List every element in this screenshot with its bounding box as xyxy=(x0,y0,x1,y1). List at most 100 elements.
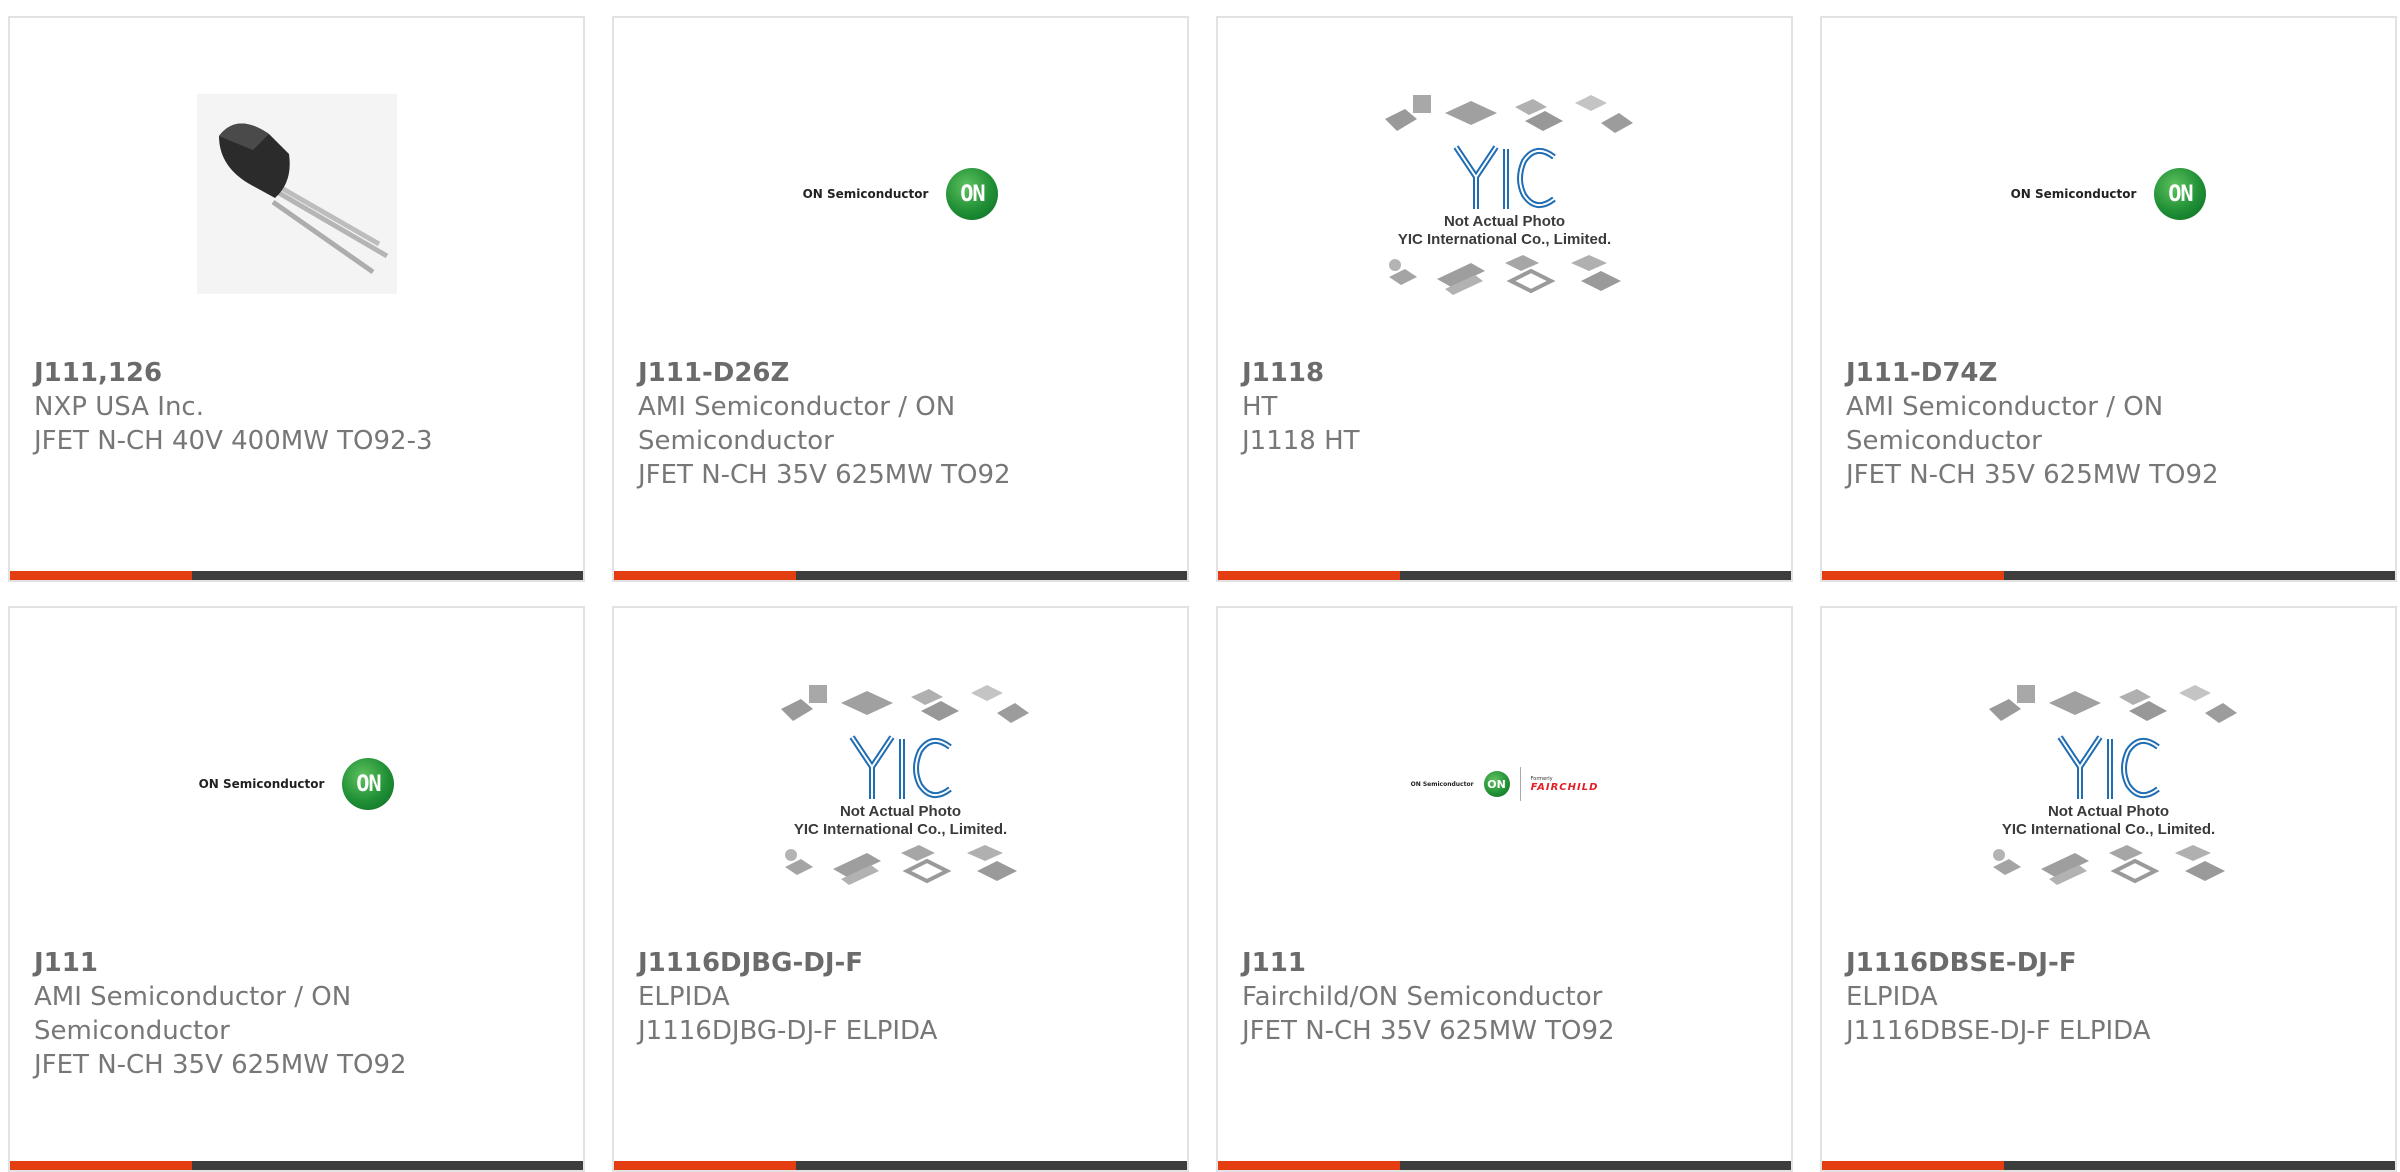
yic-caption-line1: Not Actual Photo xyxy=(2047,803,2170,820)
logo-divider xyxy=(1519,767,1521,801)
part-number[interactable]: J111 xyxy=(34,946,554,980)
on-semiconductor-logo: ON Semiconductor ON xyxy=(2011,168,2207,220)
manufacturer: AMI Semiconductor / ON Semiconductor xyxy=(638,392,956,456)
yic-caption-line1: Not Actual Photo xyxy=(1443,213,1566,230)
on-logo-word: ON Semiconductor xyxy=(2010,187,2137,201)
part-number[interactable]: J1116DJBG-DJ-F xyxy=(638,946,1158,980)
product-image[interactable]: ON Semiconductor ON xyxy=(10,664,583,904)
manufacturer: ELPIDA xyxy=(1846,982,1938,1012)
yic-caption-line2: YIC International Co., Limited. xyxy=(1397,231,1612,248)
product-card[interactable]: J111,126 NXP USA Inc. JFET N-CH 40V 400M… xyxy=(8,16,585,582)
part-number[interactable]: J111 xyxy=(1242,946,1762,980)
card-bottom-bar xyxy=(10,1161,583,1170)
product-image[interactable]: ON Semiconductor ON xyxy=(614,74,1187,314)
yic-placeholder: Not Actual Photo YIC International Co., … xyxy=(1375,89,1635,299)
yic-caption-line2: YIC International Co., Limited. xyxy=(793,821,1008,838)
yic-caption: Not Actual Photo YIC International Co., … xyxy=(794,803,1007,839)
card-bottom-bar xyxy=(1822,1161,2395,1170)
yic-caption-line2: YIC International Co., Limited. xyxy=(2001,821,2216,838)
yic-logo-icon xyxy=(849,735,952,799)
part-number[interactable]: J111-D26Z xyxy=(638,356,1158,390)
product-text: J1118 HT J1118 HT xyxy=(1242,356,1762,458)
manufacturer: ELPIDA xyxy=(638,982,730,1012)
product-text: J111 AMI Semiconductor / ON Semiconducto… xyxy=(34,946,554,1082)
chip-packages-icon xyxy=(784,845,1017,885)
part-number[interactable]: J1116DBSE-DJ-F xyxy=(1846,946,2366,980)
yic-placeholder: Not Actual Photo YIC International Co., … xyxy=(1979,679,2239,889)
description: JFET N-CH 35V 625MW TO92 xyxy=(34,1050,407,1080)
manufacturer: AMI Semiconductor / ON Semiconductor xyxy=(1846,392,2164,456)
manufacturer: AMI Semiconductor / ON Semiconductor xyxy=(34,982,352,1046)
card-accent xyxy=(614,1161,796,1170)
manufacturer: NXP USA Inc. xyxy=(34,392,204,422)
on-logo-word: ON Semiconductor xyxy=(198,777,325,791)
card-accent xyxy=(10,571,192,580)
card-bottom-bar xyxy=(1218,1161,1791,1170)
product-text: J111-D26Z AMI Semiconductor / ON Semicon… xyxy=(638,356,1158,492)
manufacturer: HT xyxy=(1242,392,1278,422)
product-card[interactable]: ON Semiconductor ON J111-D26Z AMI Semico… xyxy=(612,16,1189,582)
yic-caption: Not Actual Photo YIC International Co., … xyxy=(2002,803,2215,839)
description: JFET N-CH 35V 625MW TO92 xyxy=(1242,1016,1615,1046)
product-card[interactable]: Not Actual Photo YIC International Co., … xyxy=(1820,606,2397,1172)
card-accent xyxy=(1218,1161,1400,1170)
manufacturer: Fairchild/ON Semiconductor xyxy=(1242,982,1603,1012)
product-image[interactable] xyxy=(10,74,583,314)
product-card[interactable]: ON Semiconductor ON J111-D74Z AMI Semico… xyxy=(1820,16,2397,582)
product-text: J111-D74Z AMI Semiconductor / ON Semicon… xyxy=(1846,356,2366,492)
card-accent xyxy=(1822,571,2004,580)
product-card[interactable]: ON Semiconductor ON Formerly FAIRCHILD J… xyxy=(1216,606,1793,1172)
product-image[interactable]: Not Actual Photo YIC International Co., … xyxy=(1218,74,1791,314)
on-logo-word: ON Semiconductor xyxy=(1410,780,1474,788)
product-text: J111,126 NXP USA Inc. JFET N-CH 40V 400M… xyxy=(34,356,554,458)
yic-caption: Not Actual Photo YIC International Co., … xyxy=(1398,213,1611,249)
product-card[interactable]: Not Actual Photo YIC International Co., … xyxy=(1216,16,1793,582)
card-bottom-bar xyxy=(614,1161,1187,1170)
part-number[interactable]: J111,126 xyxy=(34,356,554,390)
fairchild-name: FAIRCHILD xyxy=(1530,781,1599,793)
on-semiconductor-logo: ON Semiconductor ON xyxy=(199,758,395,810)
on-logo-icon: ON xyxy=(2154,168,2207,220)
card-bottom-bar xyxy=(10,571,583,580)
chip-packages-icon xyxy=(1988,685,2237,723)
description: JFET N-CH 40V 400MW TO92-3 xyxy=(34,426,433,456)
part-number[interactable]: J111-D74Z xyxy=(1846,356,2366,390)
transistor-photo-icon xyxy=(196,94,397,294)
description: J1116DJBG-DJ-F ELPIDA xyxy=(638,1016,938,1046)
chip-packages-icon xyxy=(780,685,1029,723)
on-logo-word: ON Semiconductor xyxy=(802,187,929,201)
yic-placeholder: Not Actual Photo YIC International Co., … xyxy=(771,679,1031,889)
product-card[interactable]: Not Actual Photo YIC International Co., … xyxy=(612,606,1189,1172)
description: JFET N-CH 35V 625MW TO92 xyxy=(638,460,1011,490)
description: JFET N-CH 35V 625MW TO92 xyxy=(1846,460,2219,490)
product-text: J1116DJBG-DJ-F ELPIDA J1116DJBG-DJ-F ELP… xyxy=(638,946,1158,1048)
card-accent xyxy=(614,571,796,580)
product-card[interactable]: ON Semiconductor ON J111 AMI Semiconduct… xyxy=(8,606,585,1172)
chip-packages-icon xyxy=(1388,255,1621,295)
fairchild-logo: Formerly FAIRCHILD xyxy=(1531,776,1599,793)
description: J1118 HT xyxy=(1242,426,1360,456)
description: J1116DBSE-DJ-F ELPIDA xyxy=(1846,1016,2151,1046)
on-logo-icon: ON xyxy=(946,168,999,220)
card-bottom-bar xyxy=(614,571,1187,580)
product-text: J111 Fairchild/ON Semiconductor JFET N-C… xyxy=(1242,946,1762,1048)
product-image[interactable]: ON Semiconductor ON Formerly FAIRCHILD xyxy=(1218,664,1791,904)
part-number[interactable]: J1118 xyxy=(1242,356,1762,390)
chip-packages-icon xyxy=(1992,845,2225,885)
product-image[interactable]: Not Actual Photo YIC International Co., … xyxy=(614,664,1187,904)
on-semiconductor-logo: ON Semiconductor ON xyxy=(803,168,999,220)
yic-logo-icon xyxy=(1453,145,1556,209)
product-image[interactable]: ON Semiconductor ON xyxy=(1822,74,2395,314)
yic-caption-line1: Not Actual Photo xyxy=(839,803,962,820)
card-accent xyxy=(1822,1161,2004,1170)
card-accent xyxy=(1218,571,1400,580)
product-text: J1116DBSE-DJ-F ELPIDA J1116DBSE-DJ-F ELP… xyxy=(1846,946,2366,1048)
card-accent xyxy=(10,1161,192,1170)
product-image[interactable]: Not Actual Photo YIC International Co., … xyxy=(1822,664,2395,904)
card-bottom-bar xyxy=(1218,571,1791,580)
on-fairchild-logo: ON Semiconductor ON Formerly FAIRCHILD xyxy=(1411,767,1599,801)
yic-logo-icon xyxy=(2057,735,2160,799)
chip-packages-icon xyxy=(1384,95,1633,133)
on-logo-icon: ON xyxy=(1483,771,1510,797)
card-bottom-bar xyxy=(1822,571,2395,580)
